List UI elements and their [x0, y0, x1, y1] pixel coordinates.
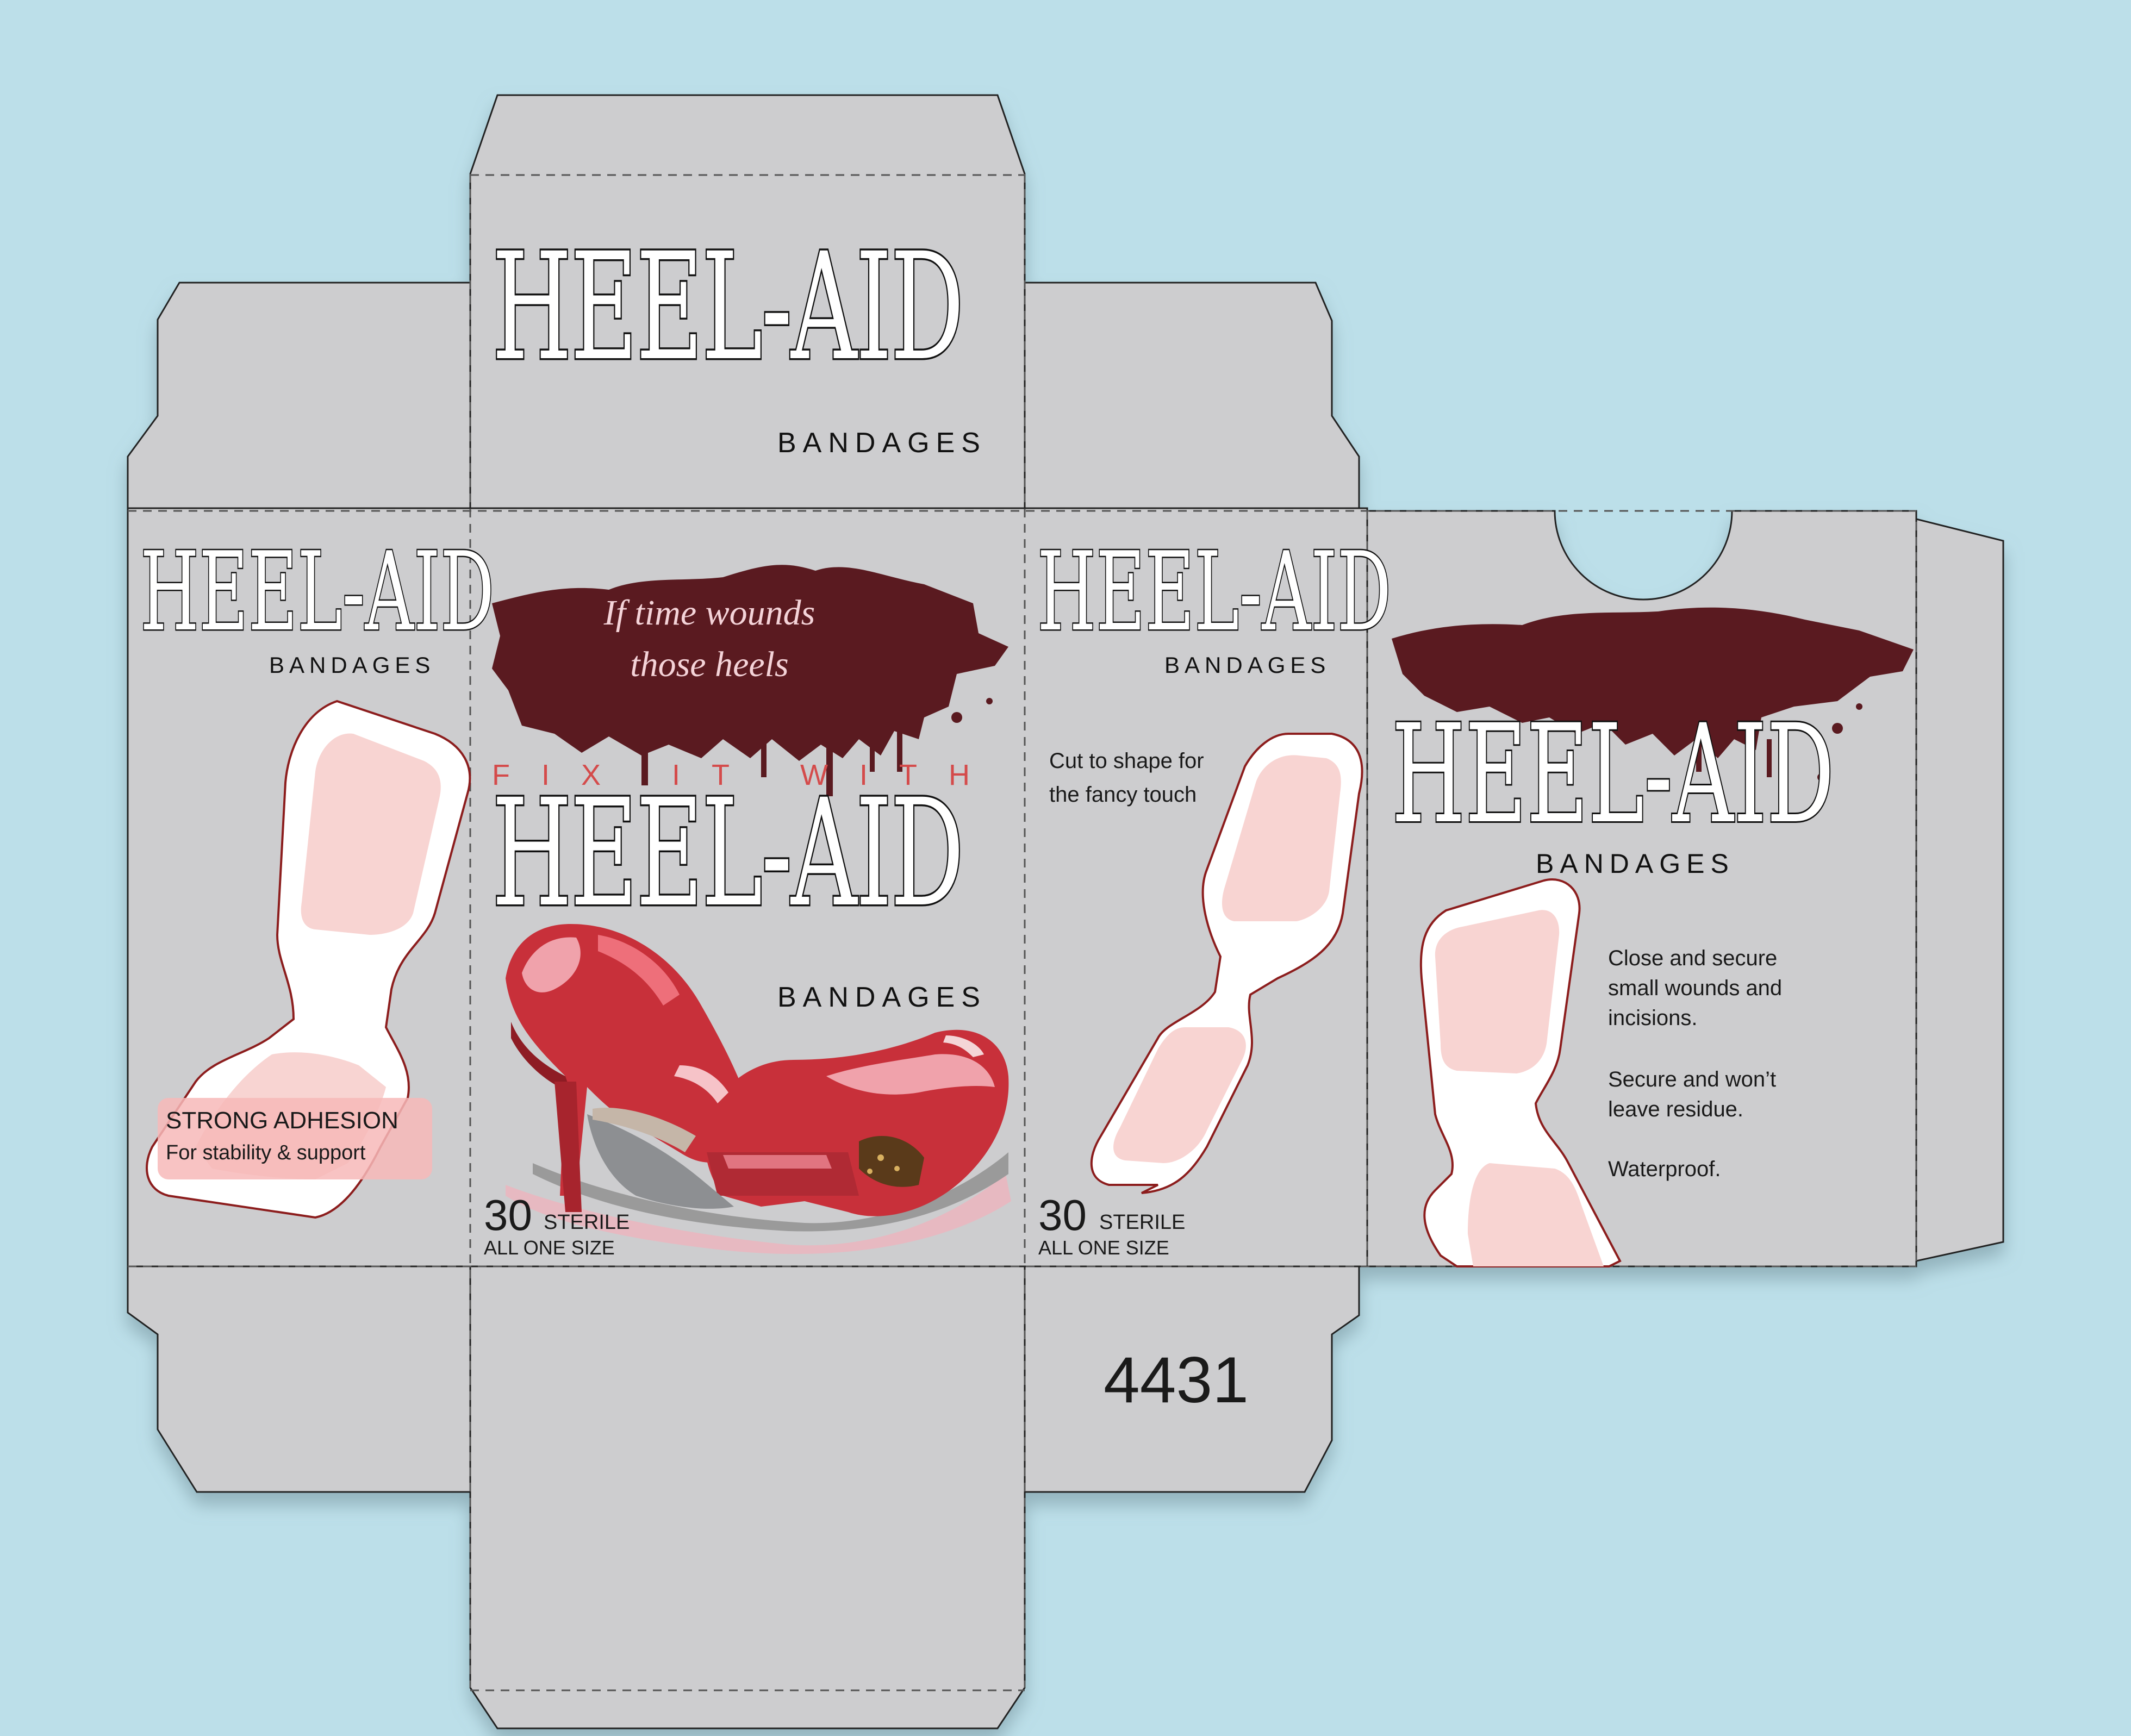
front-count-label: STERILE [544, 1211, 630, 1234]
strong-adhesion-title: STRONG ADHESION [166, 1107, 398, 1134]
front-size: ALL ONE SIZE [484, 1237, 615, 1259]
back-brand: HEEL-AID [1391, 695, 1835, 853]
back-copy-2-line1: Secure and won’t [1608, 1067, 1777, 1091]
right-upper-dust-flap [1024, 282, 1360, 509]
back-sub: BANDAGES [1536, 848, 1735, 879]
product-code: 4431 [1104, 1344, 1249, 1416]
right-side-size: ALL ONE SIZE [1038, 1237, 1169, 1259]
carton-dieline [127, 94, 2004, 1729]
front-sub: BANDAGES [777, 982, 987, 1013]
top-flap-brand: HEEL-AID [491, 222, 965, 394]
right-side-note-line1: Cut to shape for [1049, 749, 1204, 773]
front-brand: HEEL-AID [491, 768, 965, 940]
front-count: 30 [484, 1191, 532, 1239]
right-side-sub: BANDAGES [1164, 652, 1331, 678]
strong-adhesion-sub: For stability & support [166, 1141, 366, 1164]
right-side-brand: HEEL-AID [1036, 529, 1392, 655]
back-copy-2-line2: leave residue. [1608, 1097, 1744, 1121]
glue-tab-shape [1915, 518, 2004, 1262]
left-lower-dust-flap [127, 1265, 471, 1493]
top-flap-sub: BANDAGES [777, 427, 987, 459]
right-side-count: 30 [1038, 1191, 1087, 1239]
left-upper-dust-flap [127, 282, 471, 509]
left-side-sub: BANDAGES [269, 652, 435, 678]
front-tagline-line1: If time wounds [603, 593, 815, 633]
right-side-note-line2: the fancy touch [1049, 783, 1197, 807]
left-side-brand: HEEL-AID [139, 529, 495, 655]
front-tagline-line2: those heels [630, 645, 789, 684]
back-copy-1-line3: incisions. [1608, 1006, 1698, 1030]
bottom-flap-shape [469, 1265, 1026, 1729]
back-copy-3: Waterproof. [1608, 1157, 1721, 1181]
right-side-count-label: STERILE [1099, 1211, 1186, 1234]
back-copy-1-line2: small wounds and [1608, 976, 1783, 1000]
back-copy-1-line1: Close and secure [1608, 946, 1778, 970]
